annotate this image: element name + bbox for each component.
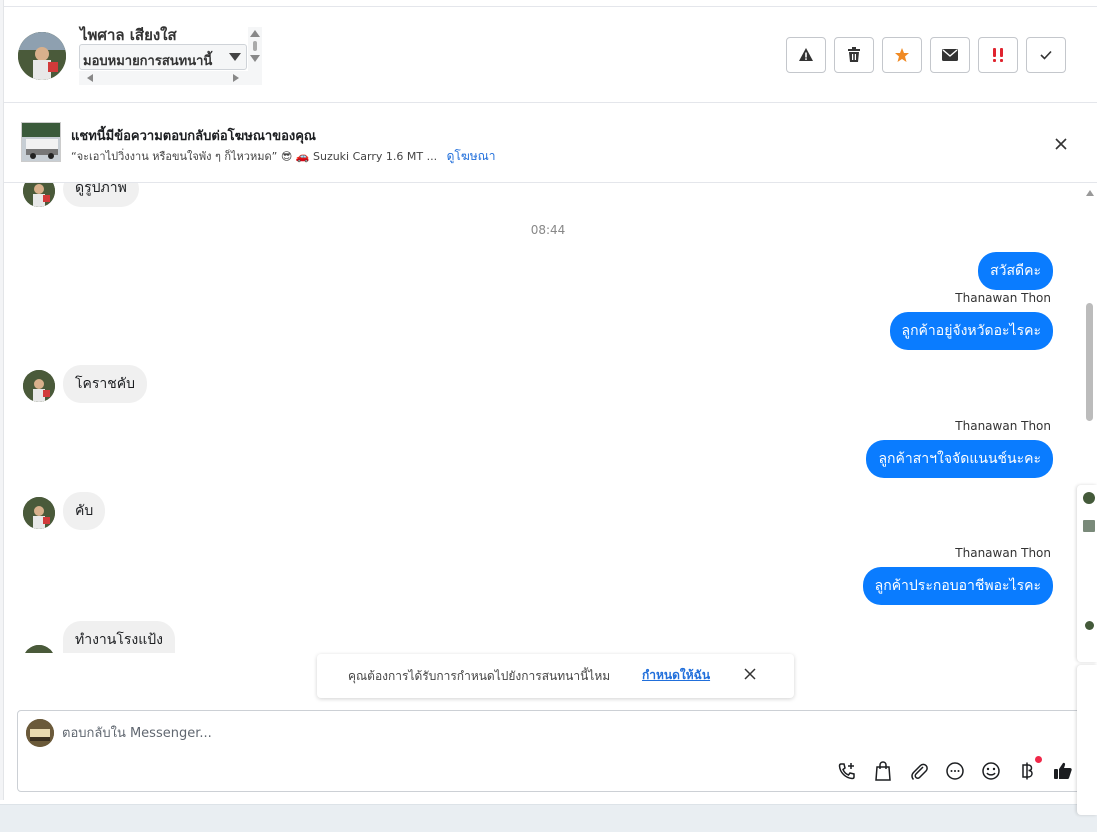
ad-thumbnail — [1083, 520, 1095, 532]
reply-input[interactable] — [62, 721, 962, 745]
toast-message: คุณต้องการได้รับการกำหนดไปยังการสนทนานี้… — [348, 669, 611, 683]
message-bubble-outgoing[interactable]: ลูกค้าอยู่จังหวัดอะไรคะ — [889, 312, 1053, 350]
emoji-icon[interactable] — [979, 759, 1003, 783]
attachment-icon[interactable] — [907, 759, 931, 783]
chevron-down-icon[interactable] — [229, 53, 241, 61]
sender-name: Thanawan Thon — [955, 419, 1051, 433]
message-list[interactable]: ดูรูปภาพ 08:44 สวัสดีคะ Thanawan Thon ลู… — [4, 183, 1082, 653]
baht-icon[interactable] — [1015, 759, 1039, 783]
message-bubble-outgoing[interactable]: สวัสดีคะ — [978, 252, 1053, 290]
ad-caption: “จะเอาไปวิ่งงาน หรือขนใจพัง ๆ ก็ไหวหมด” … — [71, 150, 438, 163]
sender-name: Thanawan Thon — [955, 546, 1051, 560]
assign-toast: คุณต้องการได้รับการกำหนดไปยังการสนทนานี้… — [317, 654, 794, 698]
avatar[interactable] — [23, 645, 55, 653]
message-bubble-outgoing[interactable]: ลูกค้าประกอบอาชีพอะไรคะ — [862, 567, 1053, 605]
mark-spam-button[interactable] — [786, 37, 826, 73]
side-panel-peek[interactable] — [1077, 665, 1097, 815]
thumbs-up-icon[interactable] — [1051, 759, 1075, 783]
assign-conversation-select[interactable]: มอบหมายการสนทนานี้ — [79, 44, 247, 70]
avatar — [1083, 492, 1095, 504]
view-ad-link[interactable]: ดูโฆษณา — [447, 149, 496, 163]
message-bubble-incoming[interactable]: โคราชคับ — [63, 365, 148, 403]
mark-unread-button[interactable] — [930, 37, 970, 73]
follow-up-button[interactable] — [978, 37, 1018, 73]
message-composer — [17, 710, 1082, 792]
avatar — [1085, 621, 1094, 630]
star-button[interactable] — [882, 37, 922, 73]
conversation-header: ไพศาล เสียงใส มอบหมายการสนทนานี้ — [4, 7, 1097, 103]
avatar — [26, 719, 54, 747]
sender-name: Thanawan Thon — [955, 291, 1051, 305]
side-panel-peek[interactable] — [1077, 485, 1097, 662]
message-bubble-incoming[interactable]: ทำงานโรงแป้ง — [63, 621, 175, 653]
timestamp: 08:44 — [530, 223, 566, 237]
app-root: ไพศาล เสียงใส มอบหมายการสนทนานี้ แชทนี้ม… — [0, 0, 1097, 832]
ad-reply-banner: แชทนี้มีข้อความตอบกลับต่อโฆษณาของคุณ “จะ… — [4, 103, 1097, 183]
chat-bubble-icon[interactable] — [943, 759, 967, 783]
avatar[interactable] — [23, 370, 55, 402]
ad-banner-title: แชทนี้มีข้อความตอบกลับต่อโฆษณาของคุณ — [71, 129, 316, 144]
urgent-icon — [990, 47, 1006, 63]
horizontal-scrollbar[interactable] — [79, 71, 259, 85]
envelope-icon — [942, 49, 958, 61]
mark-done-button[interactable] — [1026, 37, 1066, 73]
close-icon[interactable] — [1054, 135, 1068, 156]
trash-icon — [847, 47, 861, 63]
star-icon — [894, 47, 910, 63]
shopping-bag-icon[interactable] — [871, 759, 895, 783]
avatar[interactable] — [18, 32, 66, 80]
close-icon[interactable] — [744, 665, 756, 684]
avatar[interactable] — [23, 183, 55, 207]
ad-thumbnail[interactable] — [21, 122, 61, 162]
warning-icon — [798, 47, 814, 63]
notification-dot — [1035, 756, 1042, 763]
message-bubble-outgoing[interactable]: ลูกค้าสาฯใจจัดแนนช์นะคะ — [866, 440, 1053, 478]
assign-to-me-link[interactable]: กำหนดให้ฉัน — [642, 666, 710, 685]
message-bubble-incoming[interactable]: ดูรูปภาพ — [63, 183, 139, 207]
ad-banner-subtitle: “จะเอาไปวิ่งงาน หรือขนใจพัง ๆ ก็ไหวหมด” … — [71, 147, 496, 166]
avatar[interactable] — [23, 497, 55, 529]
check-icon — [1039, 49, 1053, 61]
call-add-icon[interactable] — [835, 759, 859, 783]
delete-button[interactable] — [834, 37, 874, 73]
select-scrollbar[interactable] — [248, 27, 262, 85]
bottom-strip — [0, 804, 1097, 832]
message-bubble-incoming[interactable]: คับ — [63, 492, 106, 530]
